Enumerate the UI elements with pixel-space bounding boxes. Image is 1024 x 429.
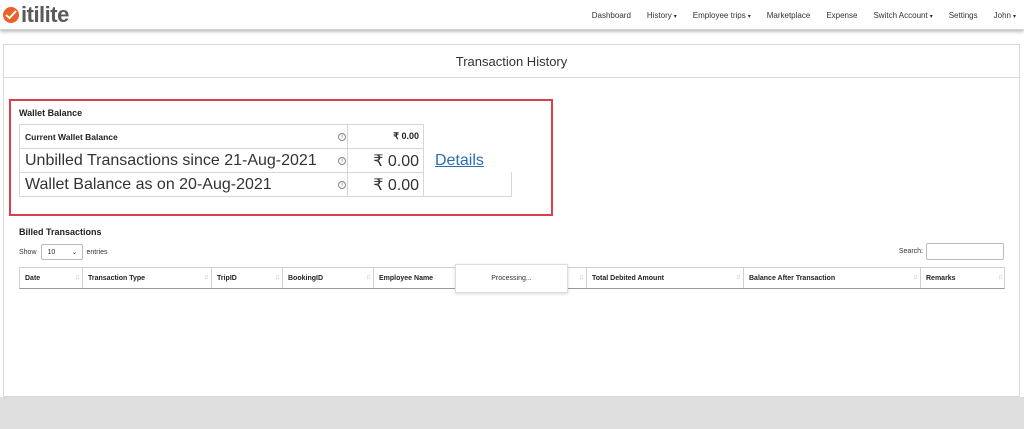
- nav-settings[interactable]: Settings: [949, 11, 978, 20]
- wallet-row-current: Current Wallet Balance i ₹ 0.00: [19, 124, 429, 149]
- sort-icon: ↓↑: [998, 274, 1003, 281]
- column-header-label: Date: [25, 274, 41, 282]
- column-header-date[interactable]: Date ↓↑: [20, 268, 83, 288]
- search-control: Search:: [899, 243, 1004, 260]
- entries-select-value: 10: [47, 248, 56, 256]
- sort-icon: ↓↑: [275, 274, 280, 281]
- column-header-label: BookingID: [288, 274, 323, 282]
- details-link-cell: Details: [423, 148, 512, 173]
- footer-band: [0, 397, 1024, 429]
- wallet-balance-title: Wallet Balance: [19, 108, 83, 118]
- page-title: Transaction History: [455, 53, 568, 69]
- column-header-total-debited-amount[interactable]: Total Debited Amount ↓↑: [587, 268, 744, 288]
- show-label: Show: [19, 248, 37, 256]
- sort-icon: ↓↑: [579, 274, 584, 281]
- sort-icon: ↓↑: [75, 274, 80, 281]
- nav-switch-account[interactable]: Switch Account ▾: [873, 11, 932, 20]
- itilite-logo[interactable]: itilite: [3, 2, 69, 28]
- billed-transactions-title: Billed Transactions: [19, 227, 102, 237]
- top-navbar: itilite Dashboard History ▾ Employee trip…: [0, 0, 1024, 30]
- sort-icon: ↓↑: [366, 274, 371, 281]
- column-header-remarks[interactable]: Remarks ↓↑: [921, 268, 1005, 288]
- wallet-row-as-on: Wallet Balance as on 20-Aug-2021 i ₹ 0.0…: [19, 172, 512, 197]
- wallet-row-empty-cell: [423, 172, 512, 197]
- column-header-label: Employee Name: [379, 274, 434, 282]
- nav-expense[interactable]: Expense: [826, 11, 857, 20]
- nav-history[interactable]: History ▾: [647, 11, 677, 20]
- info-icon[interactable]: i: [338, 132, 346, 141]
- column-header-label: Balance After Transaction: [749, 274, 836, 282]
- column-header-label: Transaction Type: [88, 274, 146, 282]
- column-header-booking-id[interactable]: BookingID ↓↑: [283, 268, 374, 288]
- main-nav: Dashboard History ▾ Employee trips ▾ Marke…: [576, 0, 1016, 30]
- info-icon[interactable]: i: [338, 180, 346, 189]
- entries-length-control: Show 10 ⌄ entries: [19, 244, 108, 260]
- wallet-row-label: Wallet Balance as on 20-Aug-2021: [19, 172, 348, 197]
- wallet-row-label: Current Wallet Balance: [19, 124, 348, 149]
- wallet-row-amount: ₹ 0.00: [347, 148, 424, 173]
- caret-down-icon: ▾: [1012, 13, 1016, 20]
- wallet-row-amount: ₹ 0.00: [347, 124, 424, 149]
- caret-down-icon: ▾: [673, 13, 677, 20]
- nav-user-menu[interactable]: John ▾: [994, 11, 1016, 20]
- nav-history-label: History: [646, 10, 672, 20]
- column-header-label: Remarks: [926, 274, 956, 282]
- nav-dashboard[interactable]: Dashboard: [592, 11, 631, 20]
- wallet-row-unbilled: Unbilled Transactions since 21-Aug-2021 …: [19, 148, 512, 173]
- check-icon: [3, 7, 19, 23]
- column-header-label: Total Debited Amount: [592, 274, 664, 282]
- panel-header: Transaction History: [4, 45, 1019, 78]
- sort-icon: ↓↑: [204, 274, 209, 281]
- nav-marketplace[interactable]: Marketplace: [767, 11, 811, 20]
- wallet-row-amount: ₹ 0.00: [347, 172, 424, 197]
- search-input[interactable]: [926, 243, 1004, 260]
- nav-employee-trips[interactable]: Employee trips ▾: [693, 11, 751, 20]
- column-header-balance-after-transaction[interactable]: Balance After Transaction ↓↑: [744, 268, 921, 288]
- column-header-trip-id[interactable]: TripID ↓↑: [212, 268, 283, 288]
- sort-icon: ↓↑: [913, 274, 918, 281]
- nav-user-label: John: [993, 10, 1011, 20]
- search-label: Search:: [898, 248, 923, 255]
- column-header-transaction-type[interactable]: Transaction Type ↓↑: [83, 268, 212, 288]
- details-link[interactable]: Details: [435, 152, 484, 170]
- logo-text: itilite: [21, 2, 69, 27]
- column-header-label: TripID: [217, 274, 237, 282]
- entries-select[interactable]: 10 ⌄: [40, 244, 83, 260]
- transaction-history-panel: Transaction History: [3, 44, 1020, 397]
- wallet-row-label: Unbilled Transactions since 21-Aug-2021: [19, 148, 348, 173]
- sort-icon: ↓↑: [736, 274, 741, 281]
- processing-indicator: Processing...: [455, 264, 568, 293]
- info-icon[interactable]: i: [338, 156, 346, 165]
- nav-switch-account-label: Switch Account: [873, 10, 928, 20]
- caret-down-icon: ▾: [747, 13, 751, 20]
- chevron-down-icon: ⌄: [71, 249, 78, 256]
- entries-label: entries: [86, 248, 108, 256]
- nav-employee-trips-label: Employee trips: [692, 10, 746, 20]
- caret-down-icon: ▾: [929, 13, 933, 20]
